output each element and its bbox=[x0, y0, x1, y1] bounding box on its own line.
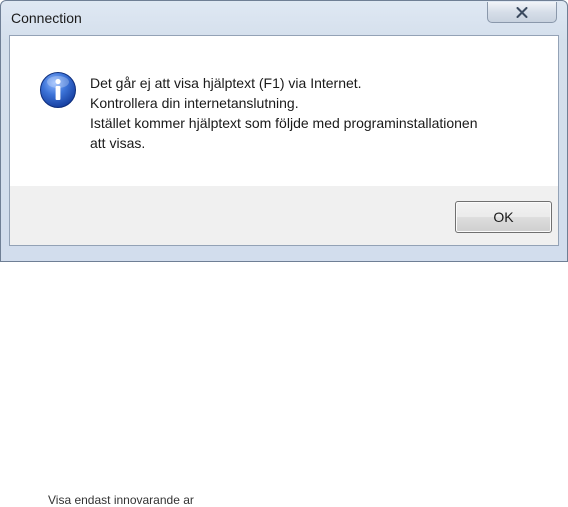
message-text: Det går ej att visa hjälptext (F1) via I… bbox=[90, 73, 550, 153]
message-line: Det går ej att visa hjälptext (F1) via I… bbox=[90, 75, 362, 91]
message-line: att visas. bbox=[90, 135, 146, 151]
dialog-window: Connection Det går ej att visa hjälptext… bbox=[0, 0, 568, 262]
dialog-title: Connection bbox=[11, 10, 82, 26]
close-icon bbox=[516, 6, 528, 18]
dialog-client-area: Det går ej att visa hjälptext (F1) via I… bbox=[9, 35, 559, 246]
background-text: Visa endast innovarande ar bbox=[48, 493, 194, 507]
info-icon bbox=[40, 72, 76, 108]
message-panel: Det går ej att visa hjälptext (F1) via I… bbox=[10, 36, 558, 186]
close-button[interactable] bbox=[487, 2, 557, 23]
message-line: Istället kommer hjälptext som följde med… bbox=[90, 115, 478, 131]
ok-button[interactable]: OK bbox=[455, 201, 552, 233]
title-bar[interactable]: Connection bbox=[1, 1, 567, 35]
message-line: Kontrollera din internetanslutning. bbox=[90, 95, 299, 111]
